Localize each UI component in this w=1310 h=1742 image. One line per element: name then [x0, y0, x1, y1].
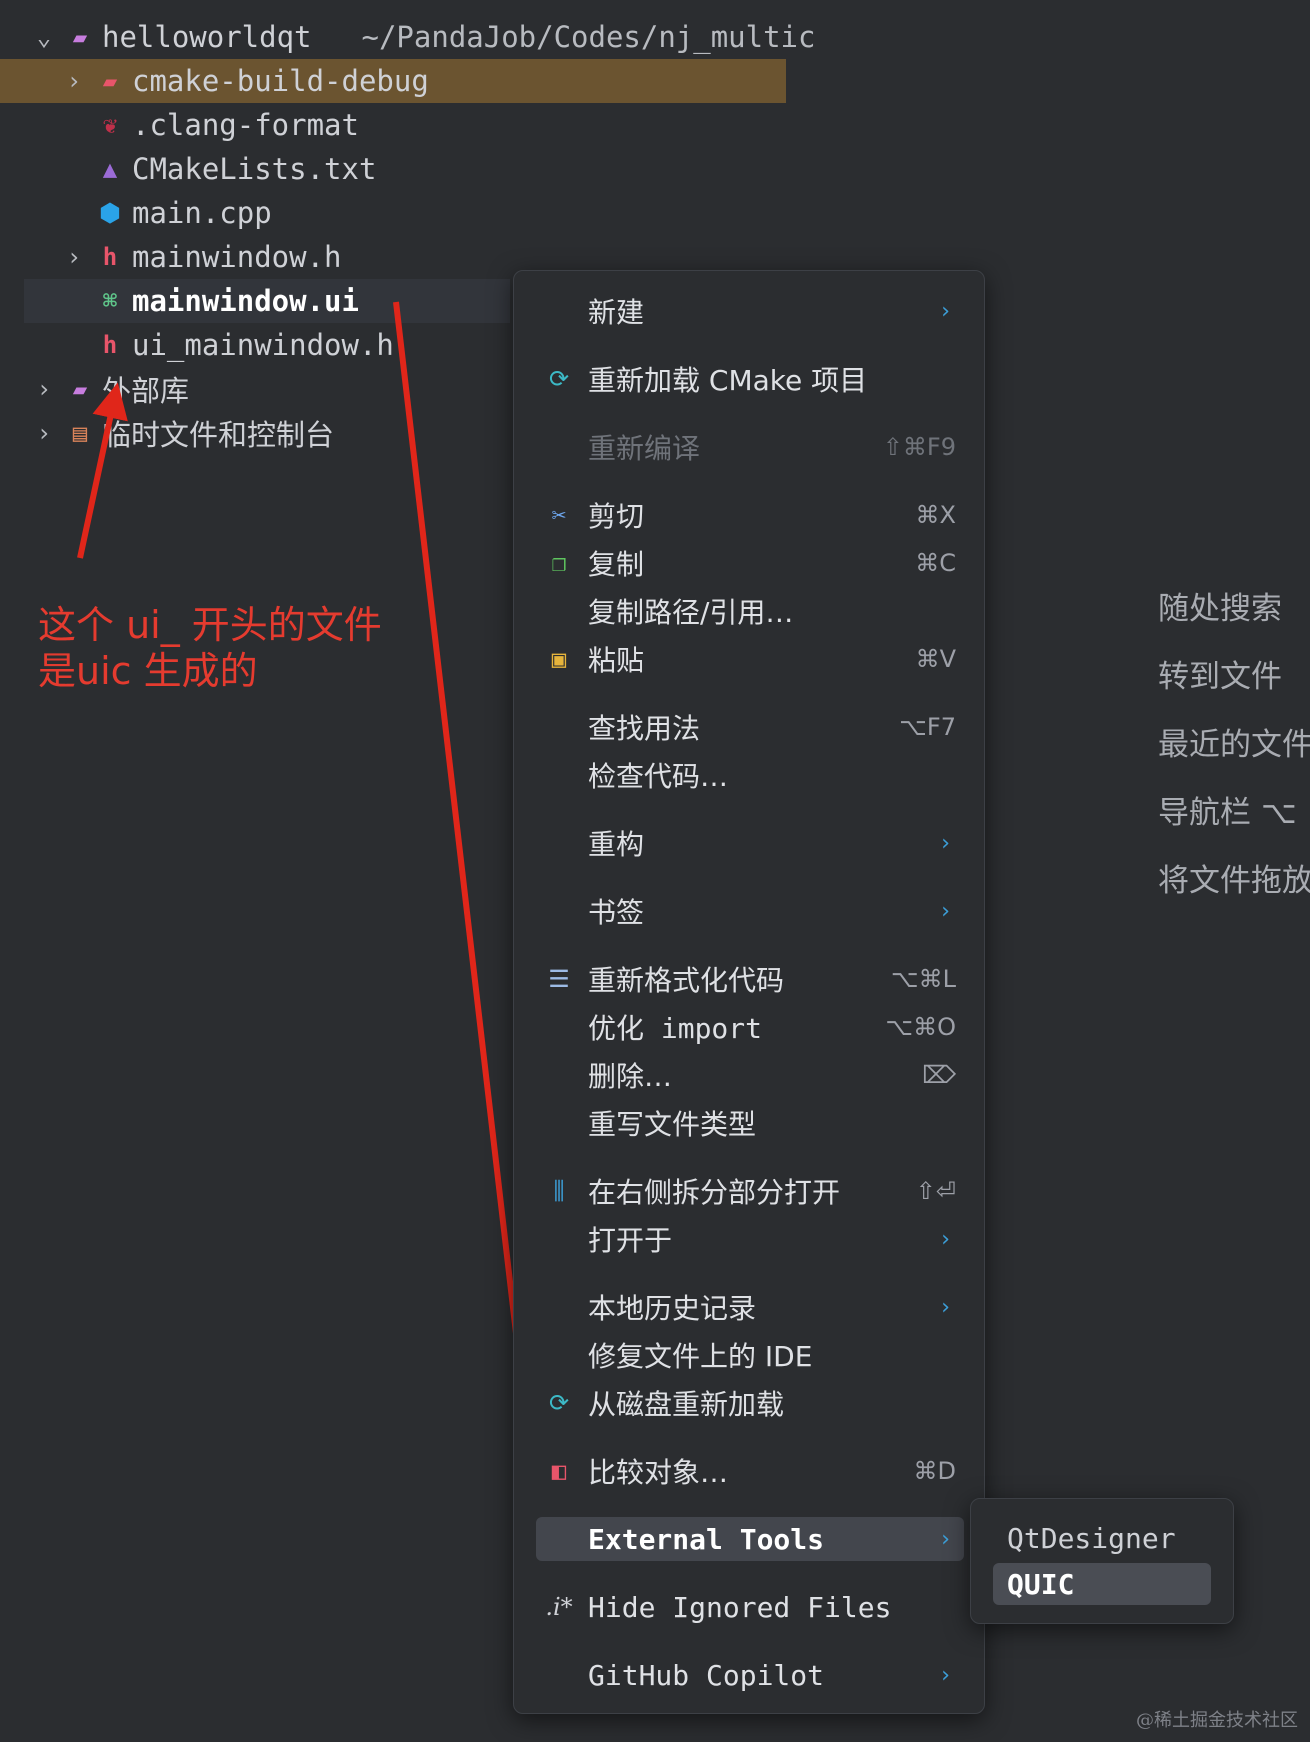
menu-item-delete[interactable]: 删除… ⌦: [536, 1053, 964, 1097]
tree-row-clang-format[interactable]: ❦ .clang-format: [0, 103, 786, 147]
menu-item-refactor[interactable]: 重构 ›: [536, 821, 964, 865]
menu-item-paste[interactable]: ▣ 粘贴 ⌘V: [536, 637, 964, 681]
tree-item-label: main.cpp: [132, 196, 272, 230]
ui-file-icon: ⌘: [102, 287, 118, 315]
menu-item-open-split-right[interactable]: ⫼ 在右侧拆分部分打开 ⇧⏎: [536, 1169, 964, 1213]
tree-item-label: mainwindow.h: [132, 240, 342, 274]
context-menu: 新建 › ⟳ 重新加载 CMake 项目 重新编译 ⇧⌘F9 ✂ 剪切 ⌘X ❐…: [513, 270, 985, 1714]
menu-item-repair-ide[interactable]: 修复文件上的 IDE: [536, 1333, 964, 1377]
project-name: helloworldqt: [102, 20, 312, 54]
chevron-right-icon: ›: [938, 1226, 952, 1252]
menu-item-bookmarks[interactable]: 书签 ›: [536, 889, 964, 933]
tree-row-main-cpp[interactable]: ⬢ main.cpp: [0, 191, 786, 235]
annotation-line-1: 这个 ui_ 开头的文件: [38, 603, 382, 647]
menu-item-github-copilot[interactable]: GitHub Copilot ›: [536, 1653, 964, 1697]
library-icon: ▰: [72, 375, 88, 403]
chevron-down-icon[interactable]: ⌄: [32, 23, 56, 51]
menu-item-reformat-code[interactable]: ☰ 重新格式化代码 ⌥⌘L: [536, 957, 964, 1001]
tree-item-label: mainwindow.ui: [132, 284, 359, 318]
ignored-files-icon: .i*: [545, 1593, 573, 1621]
menu-item-new[interactable]: 新建 ›: [536, 289, 964, 333]
tree-item-label: .clang-format: [132, 108, 359, 142]
clipboard-icon: ▣: [551, 645, 567, 673]
tree-row-cmake-build-debug[interactable]: › ▰ cmake-build-debug: [0, 59, 786, 103]
scissors-icon: ✂: [551, 501, 567, 529]
hint-navigation-bar: 导航栏 ⌥: [1158, 795, 1297, 831]
watermark: @稀土掘金技术社区: [1136, 1710, 1298, 1731]
menu-item-reload-from-disk[interactable]: ⟳ 从磁盘重新加载: [536, 1381, 964, 1425]
menu-item-reload-cmake[interactable]: ⟳ 重新加载 CMake 项目: [536, 357, 964, 401]
menu-item-inspect-code[interactable]: 检查代码…: [536, 753, 964, 797]
hint-drop-files: 将文件拖放: [1158, 863, 1310, 899]
scratch-icon: ▤: [72, 419, 88, 447]
tree-item-label: 临时文件和控制台: [102, 418, 335, 452]
menu-item-open-in[interactable]: 打开于 ›: [536, 1217, 964, 1261]
header-file-icon: h: [102, 243, 118, 271]
menu-item-optimize-imports[interactable]: 优化 import ⌥⌘O: [536, 1005, 964, 1049]
chevron-right-icon: ›: [938, 1662, 952, 1688]
menu-item-compare-with[interactable]: ◧ 比较对象… ⌘D: [536, 1449, 964, 1493]
project-folder-icon: ▰: [72, 23, 88, 51]
tree-row-project[interactable]: ⌄ ▰ helloworldqt ~/PandaJob/Codes/nj_mult…: [0, 15, 816, 59]
menu-item-find-usages[interactable]: 查找用法 ⌥F7: [536, 705, 964, 749]
menu-item-copy-path[interactable]: 复制路径/引用…: [536, 589, 964, 633]
compare-icon: ◧: [551, 1457, 567, 1485]
header-file-icon: h: [102, 331, 118, 359]
menu-item-copy[interactable]: ❐ 复制 ⌘C: [536, 541, 964, 585]
project-path: ~/PandaJob/Codes/nj_multic: [361, 20, 816, 54]
menu-item-cut[interactable]: ✂ 剪切 ⌘X: [536, 493, 964, 537]
split-icon: ⫼: [553, 1177, 565, 1205]
menu-item-external-tools[interactable]: External Tools ›: [536, 1517, 964, 1561]
tree-item-label: CMakeLists.txt: [132, 152, 377, 186]
hint-go-to-file: 转到文件: [1158, 659, 1282, 695]
tree-item-label: 外部库: [102, 374, 190, 408]
cpp-file-icon: ⬢: [99, 199, 121, 227]
chevron-right-icon: ›: [938, 898, 952, 924]
menu-item-override-file-type[interactable]: 重写文件类型: [536, 1101, 964, 1145]
folder-icon: ▰: [102, 67, 118, 95]
tree-item-label: ui_mainwindow.h: [132, 328, 394, 362]
tree-item-label: cmake-build-debug: [132, 64, 429, 98]
editor-empty-hints: 随处搜索 转到文件 最近的文件 导航栏 ⌥ 将文件拖放: [1158, 0, 1310, 1742]
tree-row-mainwindow-ui[interactable]: ⌘ mainwindow.ui: [24, 279, 510, 323]
chevron-right-icon[interactable]: ›: [32, 419, 56, 447]
menu-item-recompile: 重新编译 ⇧⌘F9: [588, 432, 956, 465]
reload-icon: ⟳: [548, 365, 570, 393]
hint-recent-files: 最近的文件: [1158, 727, 1310, 763]
clang-format-icon: ❦: [102, 111, 118, 139]
chevron-right-icon[interactable]: ›: [62, 67, 86, 95]
menu-item-hide-ignored-files[interactable]: .i* Hide Ignored Files: [536, 1585, 964, 1629]
reload-icon: ⟳: [548, 1389, 570, 1417]
annotation-line-2: 是uic 生成的: [38, 649, 258, 693]
chevron-right-icon: ›: [938, 1526, 952, 1552]
chevron-right-icon: ›: [938, 1294, 952, 1320]
chevron-right-icon[interactable]: ›: [32, 375, 56, 403]
hint-search-everywhere: 随处搜索: [1158, 591, 1282, 627]
annotation-text: 这个 ui_ 开头的文件 是uic 生成的: [38, 602, 382, 694]
chevron-right-icon: ›: [938, 830, 952, 856]
reformat-icon: ☰: [548, 965, 570, 993]
copy-icon: ❐: [551, 549, 567, 577]
chevron-right-icon[interactable]: ›: [62, 243, 86, 271]
menu-item-local-history[interactable]: 本地历史记录 ›: [536, 1285, 964, 1329]
tree-row-cmakelists[interactable]: ▲ CMakeLists.txt: [0, 147, 786, 191]
cmake-icon: ▲: [102, 155, 118, 183]
chevron-right-icon: ›: [938, 298, 952, 324]
